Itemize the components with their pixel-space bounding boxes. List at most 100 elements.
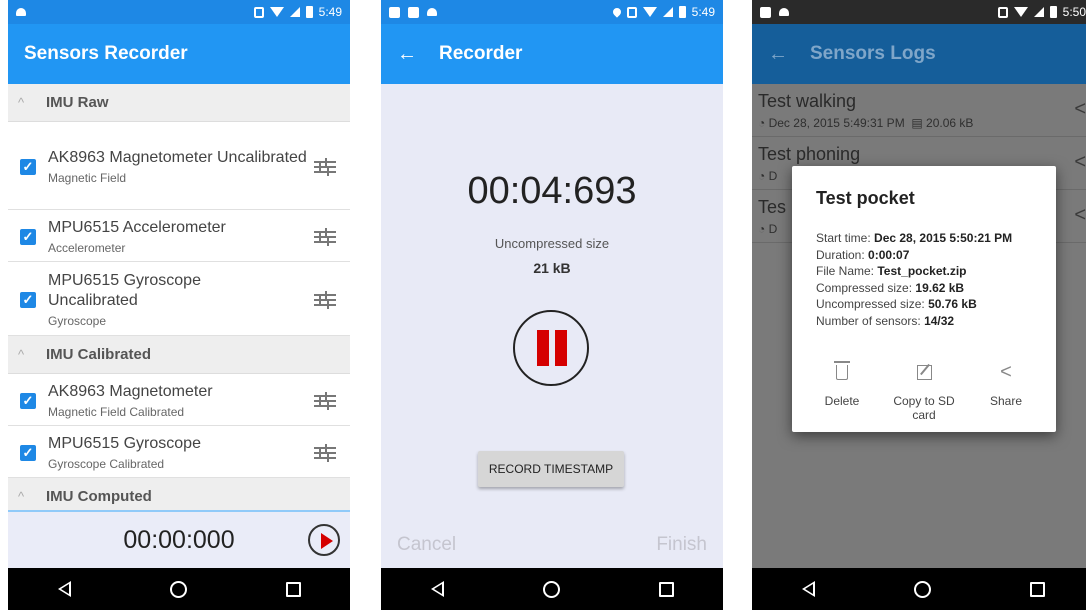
navigation-bar: [8, 568, 350, 610]
signal-icon: [1033, 7, 1044, 17]
sensor-count-label: Number of sensors:: [816, 313, 921, 328]
sensor-count-value: 14/32: [924, 313, 955, 328]
pause-icon: [537, 330, 549, 366]
sensor-type: Gyroscope Calibrated: [48, 457, 165, 471]
tune-settings-icon[interactable]: [314, 443, 336, 462]
android-notification-icon: [16, 8, 26, 16]
sensor-list[interactable]: ^ IMU Raw ✓ AK8963 Magnetometer Uncalibr…: [8, 84, 350, 516]
battery-icon: [678, 6, 686, 18]
nav-recents-icon[interactable]: [658, 581, 674, 597]
sensor-checkbox[interactable]: ✓: [20, 158, 36, 175]
sensor-row[interactable]: ✓ AK8963 Magnetometer Magnetic Field Cal…: [8, 374, 350, 426]
tune-settings-icon[interactable]: [314, 391, 336, 410]
wifi-icon: [1013, 7, 1028, 17]
sensor-type: Magnetic Field Calibrated: [48, 405, 185, 419]
signal-icon: [662, 7, 673, 17]
dialog-actions: Delete Copy to SD card < Share: [802, 358, 1046, 422]
share-label: Share: [989, 394, 1023, 408]
share-button[interactable]: < Share: [966, 358, 1046, 422]
share-icon[interactable]: <: [1074, 204, 1086, 227]
elapsed-time: 00:04:693: [467, 170, 637, 212]
nav-home-icon[interactable]: [169, 580, 187, 598]
section-title: IMU Computed: [46, 488, 152, 505]
sensor-checkbox[interactable]: ✓: [20, 444, 36, 461]
chevron-up-icon: ^: [18, 489, 25, 504]
log-meta: ◔ Dec 28, 2015 5:49:31 PM ▤ 20.06 kB: [758, 116, 1086, 130]
sensor-type: Accelerometer: [48, 241, 126, 255]
log-row[interactable]: Test walking ◔ Dec 28, 2015 5:49:31 PM ▤…: [752, 84, 1086, 137]
dialog-info: Start time: Dec 28, 2015 5:50:21 PM Dura…: [816, 230, 1012, 329]
copy-label: Copy to SD card: [893, 394, 955, 422]
delete-label: Delete: [824, 394, 860, 408]
vibrate-icon: [997, 6, 1008, 18]
recorder-body: 00:04:693 Uncompressed size 21 kB RECORD…: [381, 84, 723, 568]
back-arrow-icon[interactable]: ←: [397, 43, 417, 66]
section-title: IMU Calibrated: [46, 346, 152, 363]
battery-icon: [305, 6, 313, 18]
share-icon[interactable]: <: [1074, 151, 1086, 174]
section-header-imu-calibrated[interactable]: ^ IMU Calibrated: [8, 336, 350, 374]
nav-back-icon[interactable]: [57, 581, 71, 597]
nav-back-icon[interactable]: [430, 581, 444, 597]
sensor-name: AK8963 Magnetometer: [48, 383, 213, 400]
log-date: D: [768, 169, 778, 183]
calendar-notification-icon: [389, 6, 400, 18]
nav-recents-icon[interactable]: [1029, 581, 1045, 597]
sensor-checkbox[interactable]: ✓: [20, 291, 36, 308]
nav-home-icon[interactable]: [542, 580, 560, 598]
sensor-row[interactable]: ✓ MPU6515 Accelerometer Accelerometer: [8, 210, 350, 262]
dialog-title: Test pocket: [816, 188, 915, 208]
sensor-row[interactable]: ✓ MPU6515 Gyroscope Uncalibrated Gyrosco…: [8, 262, 350, 336]
navigation-bar: [752, 568, 1086, 610]
cancel-button[interactable]: Cancel: [397, 534, 456, 556]
sensor-row[interactable]: ✓ MPU6515 Gyroscope Gyroscope Calibrated: [8, 426, 350, 478]
app-title: Recorder: [439, 43, 523, 64]
status-time: 5:49: [318, 5, 342, 19]
finish-button[interactable]: Finish: [656, 534, 707, 556]
vibrate-icon: [253, 6, 264, 18]
sensor-name: MPU6515 Gyroscope Uncalibrated: [48, 272, 201, 309]
chevron-up-icon: ^: [18, 95, 25, 110]
wifi-icon: [269, 7, 284, 17]
sensor-checkbox[interactable]: ✓: [20, 228, 36, 245]
file-name-label: File Name:: [816, 264, 875, 278]
uncompressed-size-label: Uncompressed size:: [816, 297, 925, 311]
delete-button[interactable]: Delete: [802, 358, 882, 422]
tune-settings-icon[interactable]: [314, 157, 336, 176]
section-header-imu-raw[interactable]: ^ IMU Raw: [8, 84, 350, 122]
start-time-label: Start time:: [816, 231, 871, 245]
log-details-dialog: Test pocket Start time: Dec 28, 2015 5:5…: [792, 166, 1056, 432]
nav-back-icon[interactable]: [801, 581, 815, 597]
app-bar: Sensors Recorder: [8, 24, 350, 84]
file-size-icon: ▤: [911, 116, 923, 130]
battery-icon: [1049, 6, 1057, 18]
sensor-name: MPU6515 Accelerometer: [48, 219, 226, 236]
vibrate-icon: [626, 6, 637, 18]
tune-settings-icon[interactable]: [314, 290, 336, 309]
compressed-size-value: 19.62 kB: [915, 280, 965, 295]
sensors-logs-screen: 5:50 ← Sensors Logs Test walking ◔ Dec 2…: [752, 0, 1086, 610]
nav-home-icon[interactable]: [913, 580, 931, 598]
status-bar: 5:50: [752, 0, 1086, 24]
pause-button[interactable]: [513, 310, 589, 386]
copy-to-sd-button[interactable]: Copy to SD card: [884, 358, 964, 422]
clock-icon: ◔: [758, 222, 766, 236]
section-title: IMU Raw: [46, 94, 109, 111]
nav-recents-icon[interactable]: [285, 581, 301, 597]
duration-value: 0:00:07: [868, 247, 910, 262]
play-button[interactable]: [308, 524, 340, 556]
uncompressed-size-value: 50.76 kB: [928, 297, 977, 311]
clock-icon: ◔: [758, 169, 766, 183]
size-value: 21 kB: [533, 260, 571, 276]
trash-icon: [834, 360, 850, 380]
record-timestamp-button[interactable]: RECORD TIMESTAMP: [478, 451, 624, 487]
back-arrow-icon[interactable]: ←: [768, 43, 788, 66]
image-notification-icon: [408, 6, 419, 18]
sensor-type: Magnetic Field: [48, 171, 127, 185]
share-icon[interactable]: <: [1074, 98, 1086, 121]
sensor-checkbox[interactable]: ✓: [20, 392, 36, 409]
sensor-row[interactable]: ✓ AK8963 Magnetometer Uncalibrated Magne…: [8, 122, 350, 210]
tune-settings-icon[interactable]: [314, 227, 336, 246]
android-notification-icon: [427, 8, 437, 16]
start-time-value: Dec 28, 2015 5:50:21 PM: [874, 231, 1013, 245]
